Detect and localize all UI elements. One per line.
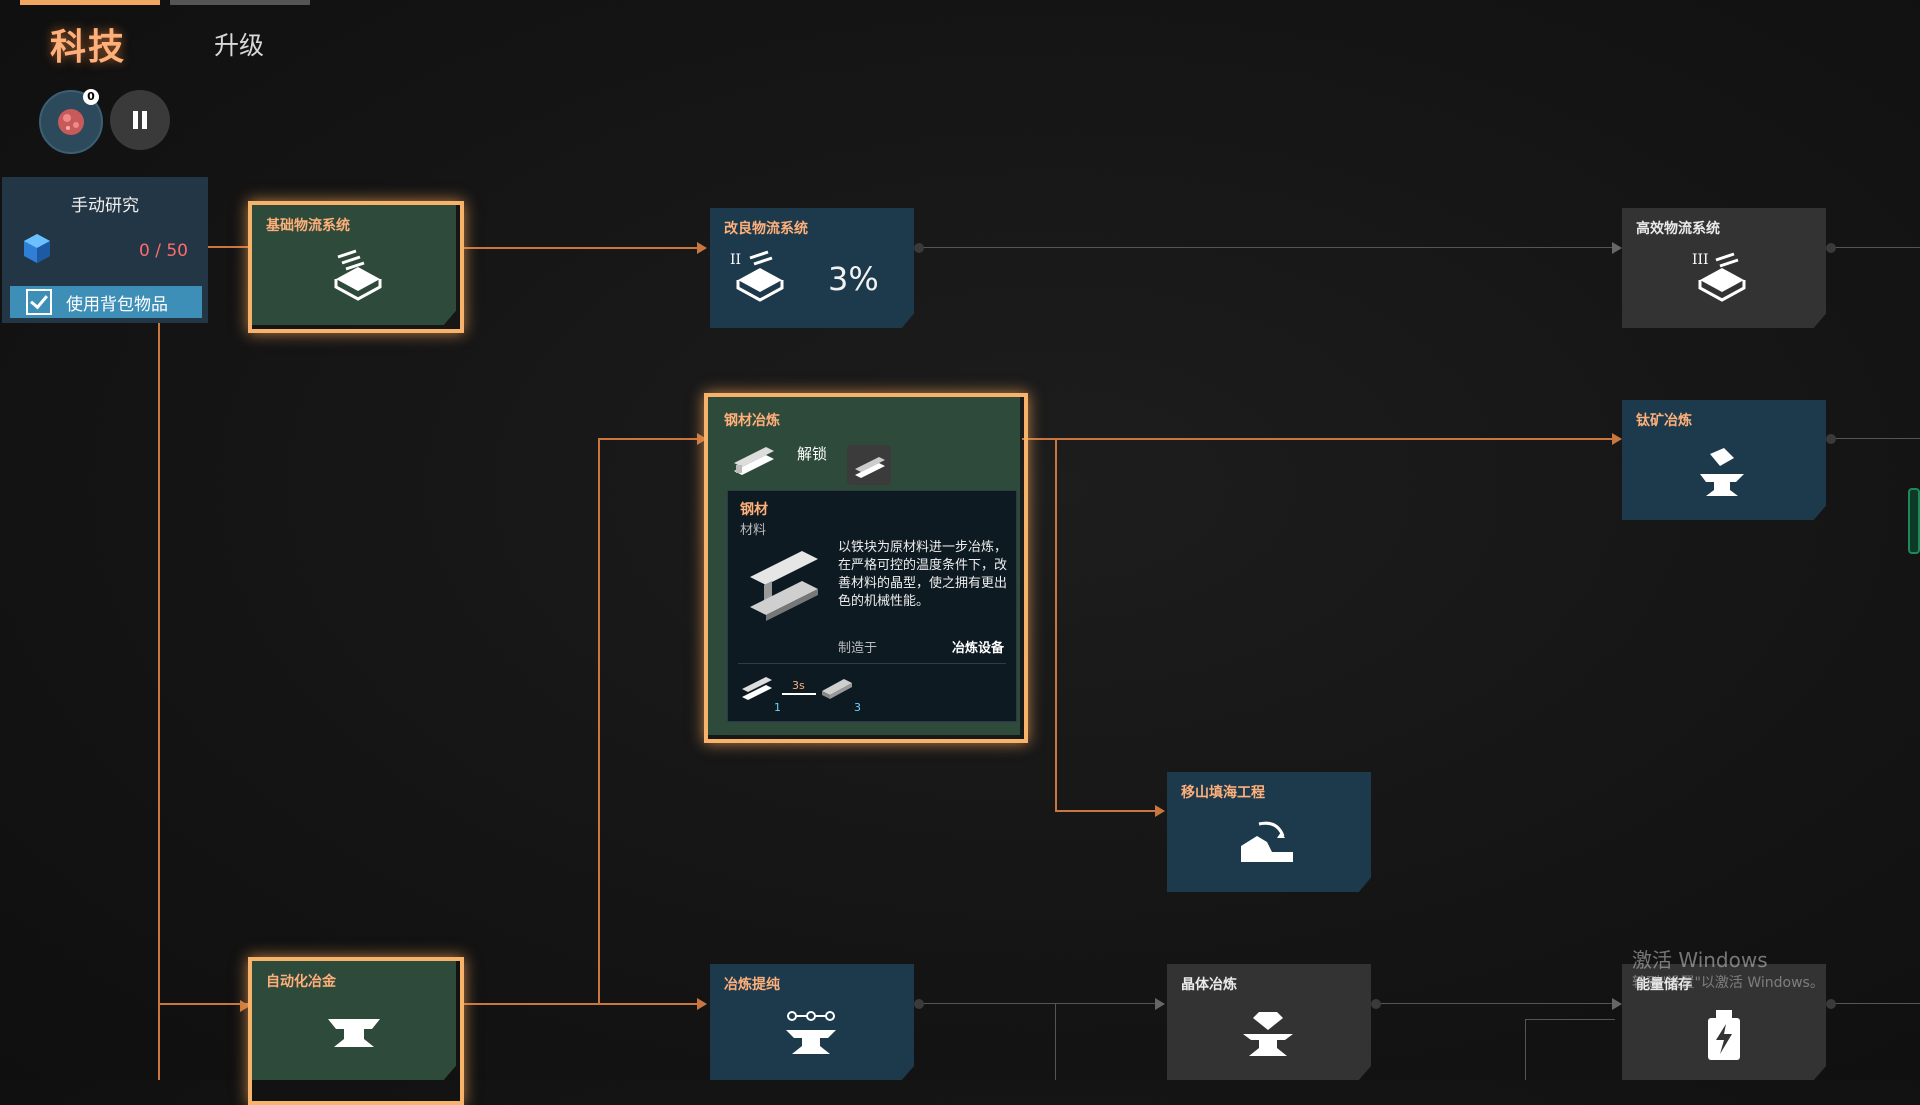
steel-beam-icon: [730, 441, 778, 485]
connector-line: [1055, 1003, 1056, 1080]
conveyor-ii-icon: II: [730, 250, 790, 306]
steel-output-icon: [740, 671, 774, 709]
matrix-cube-icon: [20, 231, 54, 269]
tab-upgrade[interactable]: 升级: [214, 26, 264, 62]
tech-node-smelting-purification[interactable]: 冶炼提纯: [710, 964, 914, 1080]
tab-upgrade-indicator: [170, 0, 310, 5]
node-connector-dot: [1371, 999, 1381, 1009]
connector-line: [1373, 1003, 1613, 1004]
battery-icon: [1702, 1008, 1746, 1068]
arrow-icon: [1155, 805, 1165, 817]
svg-text:III: III: [1692, 252, 1709, 268]
manual-research-count: 0 / 50: [139, 241, 188, 261]
connector-line: [1525, 1019, 1526, 1080]
tooltip-divider: [738, 663, 1006, 664]
connector-line: [1022, 438, 1618, 440]
iron-ingot-input-icon: [820, 673, 854, 707]
manual-research-title: 手动研究: [71, 196, 139, 216]
node-connector-dot: [1826, 434, 1836, 444]
connector-line: [158, 323, 160, 1080]
node-connector-dot: [914, 243, 924, 253]
anvil-crystal-icon: [1239, 1008, 1297, 1066]
recipe-arrow-icon: [782, 693, 816, 695]
connector-line: [598, 438, 704, 440]
connector-line: [1830, 1003, 1920, 1004]
tech-node-crystal-smelting[interactable]: 晶体冶炼: [1167, 964, 1371, 1080]
use-backpack-items-label: 使用背包物品: [66, 294, 168, 315]
node-connector-dot: [1826, 243, 1836, 253]
unlock-label: 解锁: [797, 445, 828, 463]
tooltip-item-type: 材料: [740, 523, 767, 538]
node-connector-dot: [1826, 999, 1836, 1009]
recipe-output-qty: 1: [774, 701, 781, 714]
manual-research-panel: 手动研究 0 / 50 使用背包物品: [2, 177, 208, 323]
node-title: 钢材冶炼: [724, 413, 780, 429]
tab-tech-indicator: [20, 0, 160, 5]
unlock-item-slot[interactable]: [847, 445, 891, 489]
tech-node-improved-logistics[interactable]: 改良物流系统 II 3%: [710, 208, 914, 328]
connector-line: [158, 1003, 248, 1005]
windows-activation-watermark: 激活 Windows: [1632, 948, 1768, 972]
node-title: 改良物流系统: [724, 221, 808, 237]
windows-activation-watermark-sub: 转到"设置"以激活 Windows。: [1632, 975, 1824, 991]
tooltip-item-name: 钢材: [740, 502, 768, 518]
recipe-time: 3s: [792, 679, 805, 692]
tech-node-terraforming[interactable]: 移山填海工程: [1167, 772, 1371, 892]
connector-line: [918, 1003, 1158, 1004]
tech-node-basic-logistics[interactable]: 基础物流系统: [252, 205, 456, 325]
connector-line: [918, 247, 1618, 248]
pause-button[interactable]: [110, 90, 170, 150]
tech-node-efficient-logistics[interactable]: 高效物流系统 III: [1622, 208, 1826, 328]
tech-node-auto-metallurgy[interactable]: 自动化冶金: [252, 961, 456, 1080]
tooltip-description: 以铁块为原材料进一步冶炼，在严格可控的温度条件下，改善材料的晶型，使之拥有更出色…: [838, 540, 1008, 609]
tooltip-made-in-value: 冶炼设备: [951, 641, 1004, 656]
arrow-icon: [697, 998, 707, 1010]
node-title: 移山填海工程: [1181, 785, 1265, 801]
conveyor-iii-icon: III: [1692, 250, 1752, 306]
recipe-input-qty: 3: [854, 701, 861, 714]
anvil-icon: [326, 1015, 382, 1059]
arrow-icon: [1612, 998, 1622, 1010]
arrow-icon: [1612, 242, 1622, 254]
tooltip-made-in-label: 制造于: [838, 641, 878, 656]
anvil-molecule-icon: [782, 1008, 840, 1066]
conveyor-icon: [328, 249, 388, 305]
anvil-ore-icon: [1694, 444, 1750, 506]
item-tooltip: 钢材 材料 以铁块为原材料进一步冶炼，在严格可控的温度条件下，改善材料的晶型，使…: [727, 490, 1017, 722]
connector-line: [598, 438, 600, 1004]
connector-line: [464, 1003, 704, 1005]
connector-line: [1830, 438, 1920, 439]
connector-line: [1055, 810, 1161, 812]
tech-node-titanium-smelting[interactable]: 钛矿冶炼: [1622, 400, 1826, 520]
node-title: 高效物流系统: [1636, 221, 1720, 237]
arrow-icon: [697, 242, 707, 254]
arrow-icon: [1612, 433, 1622, 445]
arrow-icon: [1155, 998, 1165, 1010]
svg-text:II: II: [730, 252, 741, 268]
connector-line: [1055, 438, 1057, 812]
checkbox-checked-icon: [26, 289, 52, 315]
connector-line: [1830, 247, 1920, 248]
use-backpack-items-toggle[interactable]: 使用背包物品: [10, 286, 202, 318]
research-progress-percent: 3%: [828, 260, 879, 298]
tab-tech[interactable]: 科技: [50, 18, 126, 70]
pause-icon: [133, 111, 147, 129]
node-title: 钛矿冶炼: [1636, 413, 1692, 429]
node-connector-dot: [914, 999, 924, 1009]
side-scroll-indicator[interactable]: [1908, 488, 1920, 554]
research-cell-icon: [58, 109, 84, 135]
connector-line: [1525, 1019, 1615, 1020]
node-title: 冶炼提纯: [724, 977, 780, 993]
node-title: 基础物流系统: [266, 218, 350, 234]
node-title: 晶体冶炼: [1181, 977, 1237, 993]
terraform-icon: [1237, 816, 1297, 870]
connector-line: [464, 247, 704, 249]
connector-line: [208, 246, 248, 248]
node-title: 自动化冶金: [266, 974, 336, 990]
steel-beam-large-icon: [742, 541, 826, 629]
resource-count-badge: 0: [83, 89, 99, 105]
